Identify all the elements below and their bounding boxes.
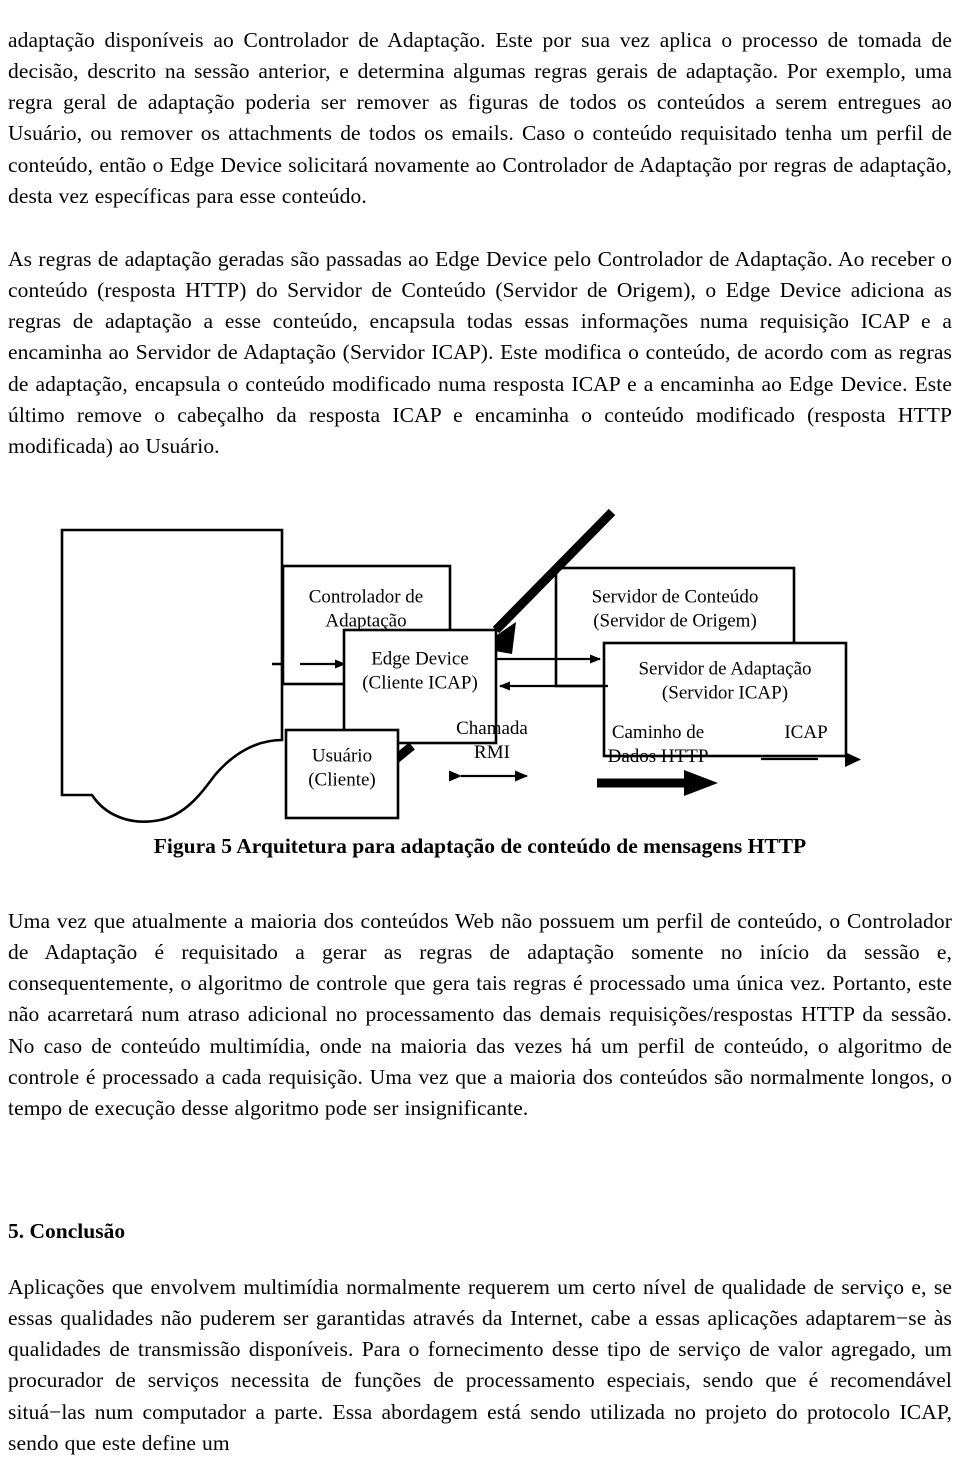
legend-http-arrowhead — [684, 770, 718, 796]
box-edge-device-line1: Edge Device — [371, 648, 469, 669]
legend-icap-label: ICAP — [784, 722, 827, 743]
box-servidor-adaptacao-line2: (Servidor ICAP) — [662, 682, 788, 703]
box-usuario-line2: (Cliente) — [308, 769, 376, 790]
legend-http-line1: Caminho de — [612, 722, 704, 743]
paragraph-1: adaptação disponíveis ao Controlador de … — [8, 25, 952, 213]
figure-caption: Figura 5 Arquitetura para adaptação de c… — [8, 832, 952, 860]
section-heading-conclusao: 5. Conclusão — [8, 1216, 952, 1246]
box-controlador-line2: Adaptação — [325, 610, 406, 631]
paragraph-4: Aplicações que envolvem multimídia norma… — [8, 1272, 952, 1459]
box-controlador-line1: Controlador de — [309, 586, 424, 607]
box-edge-device-line2: (Cliente ICAP) — [362, 672, 478, 693]
legend-http-line2: Dados HTTP — [608, 746, 709, 767]
legend-caminho-dados-http: Caminho de Dados HTTP — [597, 722, 718, 796]
figure-5-diagram: Controlador de Adaptação Servidor de Con… — [0, 470, 960, 830]
network-cloud-shape — [62, 530, 282, 822]
box-servidor-adaptacao-line1: Servidor de Adaptação — [638, 658, 811, 679]
paragraph-3: Uma vez que atualmente a maioria dos con… — [8, 906, 952, 1125]
legend-rmi-line2: RMI — [474, 742, 510, 763]
legend-chamada-rmi: Chamada RMI — [456, 718, 528, 776]
box-servidor-conteudo-line1: Servidor de Conteúdo — [592, 586, 759, 607]
box-usuario-line1: Usuário — [312, 745, 372, 766]
legend-rmi-line1: Chamada — [456, 718, 528, 739]
paragraph-2: As regras de adaptação geradas são passa… — [8, 244, 952, 463]
document-page: adaptação disponíveis ao Controlador de … — [0, 0, 960, 1432]
box-servidor-conteudo-line2: (Servidor de Origem) — [593, 610, 757, 631]
box-usuario: Usuário (Cliente) — [286, 730, 398, 818]
legend-icap-arrowhead — [845, 752, 861, 767]
